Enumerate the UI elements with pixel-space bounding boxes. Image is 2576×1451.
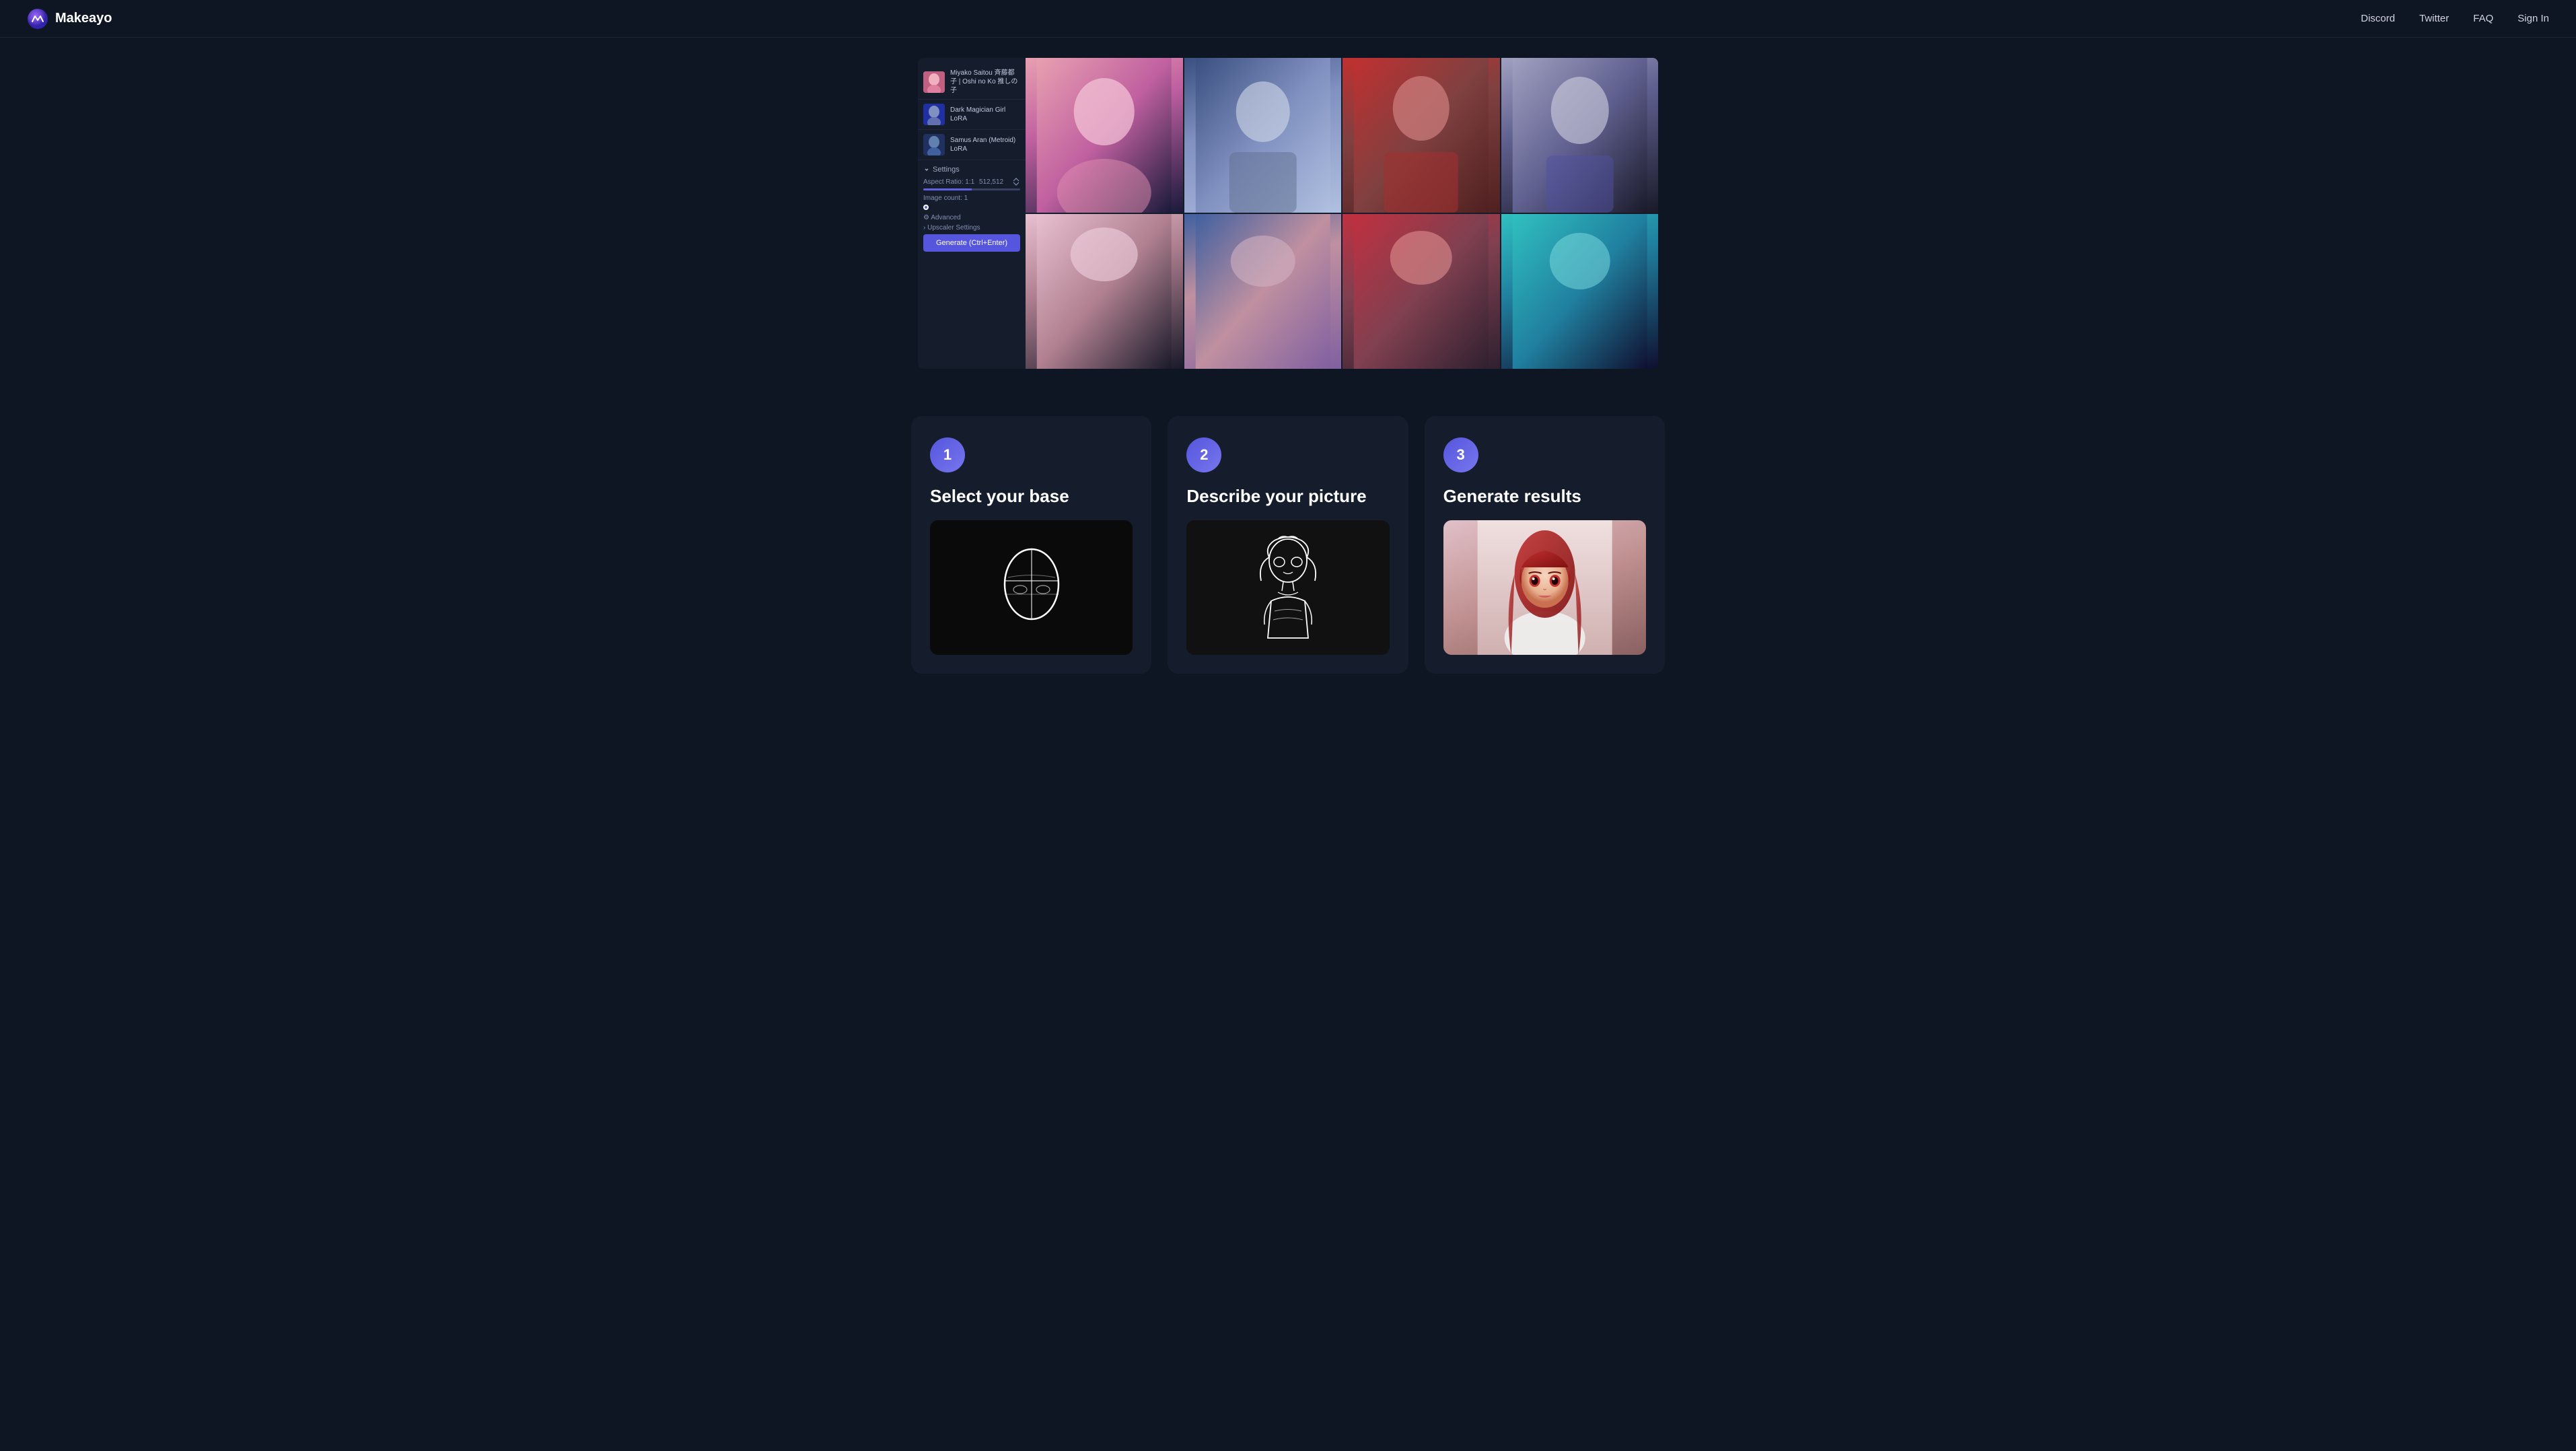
gallery-panel (1026, 58, 1658, 369)
makeayo-logo-icon (27, 8, 48, 30)
chevron-icon (923, 166, 930, 173)
arrows-icon (1012, 178, 1020, 186)
nav-twitter[interactable]: Twitter (2419, 13, 2449, 24)
gallery-image[interactable] (1343, 58, 1500, 213)
step-1-card: 1 Select your base (911, 416, 1151, 674)
gallery-image[interactable] (1343, 214, 1500, 369)
logo[interactable]: Makeayo (27, 8, 112, 30)
lora-name: Miyako Saitou 斉藤都子 | Oshi no Ko 推しの子 (950, 69, 1020, 95)
gallery-image[interactable] (1026, 214, 1183, 369)
image-count-dot (923, 205, 929, 210)
upscaler-link[interactable]: › Upscaler Settings (923, 224, 1020, 232)
generate-button[interactable]: Generate (Ctrl+Enter) (923, 234, 1020, 252)
gallery-image[interactable] (1184, 214, 1342, 369)
step-1-title: Select your base (930, 486, 1133, 507)
step-2-badge: 2 (1186, 437, 1221, 472)
step-2-image (1186, 520, 1389, 655)
lora-thumbnail (923, 104, 945, 125)
line-art-character-icon (1244, 534, 1332, 641)
step-1-badge: 1 (930, 437, 965, 472)
sidebar-panel: Miyako Saitou 斉藤都子 | Oshi no Ko 推しの子 Dar… (918, 58, 1026, 369)
hero-section: Miyako Saitou 斉藤都子 | Oshi no Ko 推しの子 Dar… (0, 38, 2576, 376)
aspect-ratio-row: Aspect Ratio: 1:1 512,512 (923, 178, 1020, 186)
nav-discord[interactable]: Discord (2361, 13, 2395, 24)
list-item[interactable]: Miyako Saitou 斉藤都子 | Oshi no Ko 推しの子 (918, 65, 1026, 100)
lora-name: Samus Aran (Metroid) LoRA (950, 136, 1020, 153)
list-item[interactable]: Samus Aran (Metroid) LoRA (918, 130, 1026, 160)
list-item[interactable]: Dark Magician Girl LoRA (918, 100, 1026, 130)
lora-thumbnail (923, 134, 945, 155)
settings-header: Settings (923, 166, 1020, 174)
step-3-badge: 3 (1443, 437, 1478, 472)
face-sketch-icon (991, 540, 1072, 635)
step-1-image (930, 520, 1133, 655)
step-3-card: 3 Generate results (1425, 416, 1665, 674)
gallery-image[interactable] (1026, 58, 1183, 213)
lora-thumbnail (923, 71, 945, 93)
step-2-card: 2 Describe your picture (1168, 416, 1408, 674)
aspect-ratio-slider[interactable] (923, 188, 1020, 190)
step-3-image (1443, 520, 1646, 655)
step-3-title: Generate results (1443, 486, 1646, 507)
steps-section: 1 Select your base 2 Describe your pictu… (884, 376, 1692, 728)
settings-panel: Settings Aspect Ratio: 1:1 512,512 Image… (918, 160, 1026, 257)
step-2-title: Describe your picture (1186, 486, 1389, 507)
aspect-ratio-label: Aspect Ratio: 1:1 512,512 (923, 178, 1003, 186)
steps-grid: 1 Select your base 2 Describe your pictu… (911, 416, 1665, 674)
settings-label: Settings (933, 166, 960, 174)
gallery-image[interactable] (1501, 214, 1659, 369)
logo-text: Makeayo (55, 11, 112, 26)
sign-in-button[interactable]: Sign In (2517, 13, 2549, 24)
nav-faq[interactable]: FAQ (2473, 13, 2493, 24)
image-count-label: Image count: 1 (923, 194, 968, 202)
header: Makeayo Discord Twitter FAQ Sign In (0, 0, 2576, 38)
main-nav: Discord Twitter FAQ Sign In (2361, 13, 2549, 24)
image-count-row: Image count: 1 (923, 194, 1020, 202)
lora-name: Dark Magician Girl LoRA (950, 106, 1020, 123)
gallery-image[interactable] (1501, 58, 1659, 213)
advanced-link[interactable]: ⚙ Advanced (923, 214, 1020, 221)
gallery-image[interactable] (1184, 58, 1342, 213)
hero-inner: Miyako Saitou 斉藤都子 | Oshi no Ko 推しの子 Dar… (918, 58, 1658, 369)
